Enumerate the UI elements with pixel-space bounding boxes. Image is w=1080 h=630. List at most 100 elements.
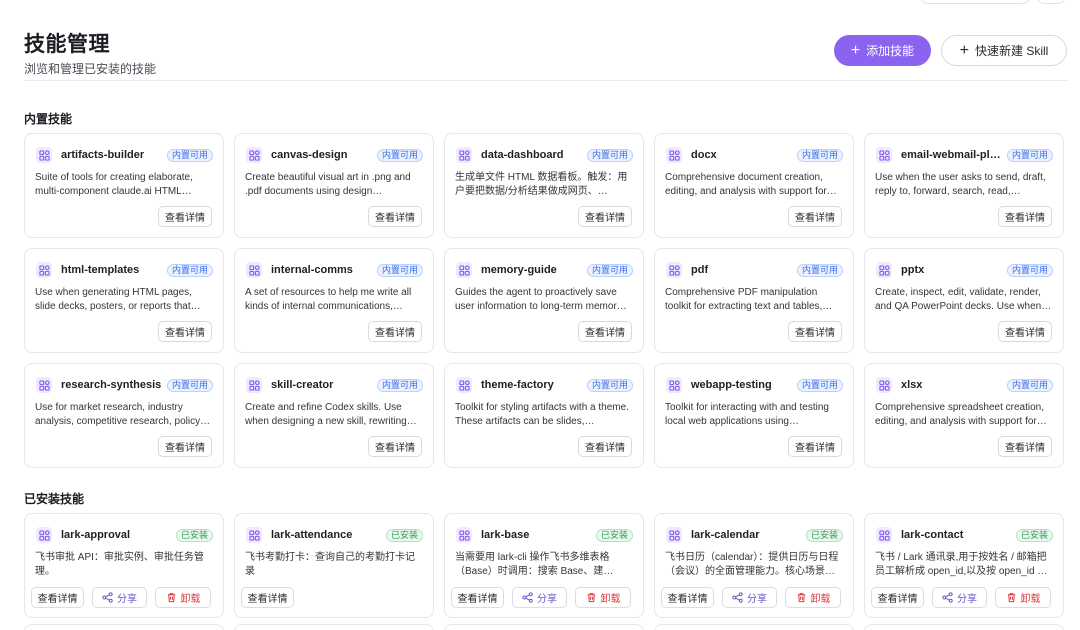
installed-skill-card[interactable]: lark-base 已安装 当需要用 lark-cli 操作飞书多维表格（Base）…: [444, 513, 644, 618]
view-details-button[interactable]: 查看详情: [578, 436, 632, 457]
uninstall-label: 卸载: [810, 594, 831, 605]
installed-skill-card[interactable]: lark-contact 已安装飞书 / Lark 通讯录,用于按姓名 / 邮箱把…: [864, 513, 1064, 618]
page-subtitle: 浏览和管理已安装的技能: [24, 62, 157, 76]
skill-card-header: lark-contact 已安装: [876, 527, 1053, 543]
view-details-button[interactable]: 查看详情: [158, 436, 212, 457]
share-label: 分享: [747, 594, 767, 605]
builtin-badge: 内置可用: [166, 263, 213, 277]
builtin-skill-grid: artifacts-builder 内置可用 Suite of tools for …: [24, 133, 1064, 468]
skill-icon: [666, 527, 682, 543]
skill-card-partial: [444, 624, 644, 630]
view-details-button[interactable]: 查看详情: [451, 587, 504, 608]
trash-icon: [1006, 592, 1017, 603]
share-button[interactable]: 分享: [512, 587, 567, 608]
skill-card-partial: [654, 624, 854, 630]
view-details-button[interactable]: 查看详情: [368, 206, 422, 227]
uninstall-button[interactable]: 卸载: [575, 587, 631, 608]
view-details-button[interactable]: 查看详情: [158, 321, 212, 342]
view-details-button[interactable]: 查看详情: [871, 587, 924, 608]
skill-icon: [36, 262, 52, 278]
skill-icon: [876, 377, 892, 393]
skill-name: pdf: [691, 264, 709, 276]
view-details-button[interactable]: 查看详情: [158, 206, 212, 227]
page-header: 技能管理 浏览和管理已安装的技能 + 添加技能 + 快速新建 Skill: [24, 28, 1068, 80]
installed-skill-card[interactable]: lark-attendance 已安装 飞书考勤打卡：查询自己的考勤打卡记录 查看详情: [234, 513, 434, 618]
skill-icon: [246, 262, 262, 278]
skill-icon: [246, 527, 262, 543]
uninstall-button[interactable]: 卸载: [995, 587, 1051, 608]
share-label: 分享: [957, 594, 977, 605]
skill-card[interactable]: artifacts-builder 内置可用 Suite of tools for …: [24, 133, 224, 238]
skill-card-partial: [864, 624, 1064, 630]
view-details-button[interactable]: 查看详情: [31, 587, 84, 608]
skill-card[interactable]: webapp-testing 内置可用 Toolkit for interactin…: [654, 363, 854, 468]
view-details-button[interactable]: 查看详情: [578, 206, 632, 227]
trash-icon: [796, 592, 807, 603]
card-actions: 查看详情 分享 卸载: [871, 587, 1057, 608]
top-control[interactable]: [920, 0, 1030, 4]
view-details-button[interactable]: 查看详情: [661, 587, 714, 608]
share-button[interactable]: 分享: [722, 587, 777, 608]
skill-name: xlsx: [901, 379, 923, 391]
skill-description: 飞书日历（calendar）：提供日历与日程（会议）的全面管理能力。核心场景包…: [665, 552, 839, 577]
skill-card[interactable]: skill-creator 内置可用 Create and refine Codex…: [234, 363, 434, 468]
skill-card-partial: [24, 624, 224, 630]
skill-description: Create beautiful visual art in .png and …: [245, 172, 411, 197]
skill-card[interactable]: memory-guide 内置可用 Guides the agent to proa…: [444, 248, 644, 353]
skill-icon: [246, 377, 262, 393]
view-details-button[interactable]: 查看详情: [998, 206, 1052, 227]
view-details-button[interactable]: 查看详情: [368, 436, 422, 457]
card-actions: 查看详情 分享 卸载: [661, 587, 847, 608]
skill-card[interactable]: pptx 内置可用 Create, inspect, edit, validate,…: [864, 248, 1064, 353]
installed-badge: 已安装: [805, 528, 843, 542]
installed-skill-card[interactable]: lark-calendar 已安装 飞书日历（calendar）：提供日历与日程（会…: [654, 513, 854, 618]
view-details-button[interactable]: 查看详情: [788, 206, 842, 227]
uninstall-button[interactable]: 卸载: [785, 587, 841, 608]
share-label: 分享: [537, 594, 557, 605]
skill-card[interactable]: internal-comms 内置可用 A set of resources to …: [234, 248, 434, 353]
uninstall-button[interactable]: 卸载: [155, 587, 211, 608]
add-skill-button[interactable]: + 添加技能: [834, 35, 931, 66]
skill-description: 飞书 / Lark 通讯录,用于按姓名 / 邮箱把员工解析成 open_id,以…: [875, 552, 1048, 577]
skill-name: lark-contact: [901, 529, 964, 541]
skill-card[interactable]: docx 内置可用 Comprehensive document creation,…: [654, 133, 854, 238]
view-details-button[interactable]: 查看详情: [241, 587, 294, 608]
installed-badge: 已安装: [595, 528, 633, 542]
skill-card[interactable]: html-templates 内置可用 Use when generating HT…: [24, 248, 224, 353]
skill-icon: [36, 377, 52, 393]
skill-description: Comprehensive spreadsheet creation, edit…: [875, 402, 1047, 427]
skill-card[interactable]: pdf 内置可用 Comprehensive PDF manipulation to…: [654, 248, 854, 353]
view-details-button[interactable]: 查看详情: [368, 321, 422, 342]
top-control-small[interactable]: [1036, 0, 1066, 4]
skill-card[interactable]: email-webmail-pl… 内置可用 Use when the user a…: [864, 133, 1064, 238]
page-title: 技能管理: [24, 33, 110, 56]
skill-name: email-webmail-pl…: [901, 149, 1001, 161]
builtin-badge: 内置可用: [796, 378, 843, 392]
share-icon: [522, 592, 533, 603]
skill-card[interactable]: research-synthesis 内置可用 Use for market res…: [24, 363, 224, 468]
builtin-badge: 内置可用: [166, 148, 213, 162]
share-label: 分享: [117, 594, 137, 605]
quick-create-label: 快速新建 Skill: [975, 44, 1049, 58]
skill-description: Use when generating HTML pages, slide de…: [35, 287, 201, 312]
skill-card-header: theme-factory 内置可用: [456, 377, 633, 393]
skill-description: 飞书审批 API：审批实例、审批任务管理。: [35, 552, 204, 577]
skill-card-header: data-dashboard 内置可用: [456, 147, 633, 163]
share-button[interactable]: 分享: [92, 587, 147, 608]
skill-icon: [876, 262, 892, 278]
view-details-button[interactable]: 查看详情: [998, 321, 1052, 342]
skill-card[interactable]: theme-factory 内置可用 Toolkit for styling art…: [444, 363, 644, 468]
skill-card[interactable]: xlsx 内置可用 Comprehensive spreadsheet creati…: [864, 363, 1064, 468]
view-details-button[interactable]: 查看详情: [788, 436, 842, 457]
top-bar-remnant: [0, 0, 1080, 8]
skill-card[interactable]: canvas-design 内置可用 Create beautiful visual…: [234, 133, 434, 238]
view-details-button[interactable]: 查看详情: [578, 321, 632, 342]
installed-skill-card[interactable]: lark-approval 已安装 飞书审批 API：审批实例、审批任务管理。 查看详…: [24, 513, 224, 618]
builtin-badge: 内置可用: [586, 263, 633, 277]
share-button[interactable]: 分享: [932, 587, 987, 608]
skill-card[interactable]: data-dashboard 内置可用 生成单文件 HTML 数据看板。触发：用户要…: [444, 133, 644, 238]
view-details-button[interactable]: 查看详情: [788, 321, 842, 342]
view-details-button[interactable]: 查看详情: [998, 436, 1052, 457]
quick-create-skill-button[interactable]: + 快速新建 Skill: [941, 35, 1067, 66]
skill-card-header: memory-guide 内置可用: [456, 262, 633, 278]
